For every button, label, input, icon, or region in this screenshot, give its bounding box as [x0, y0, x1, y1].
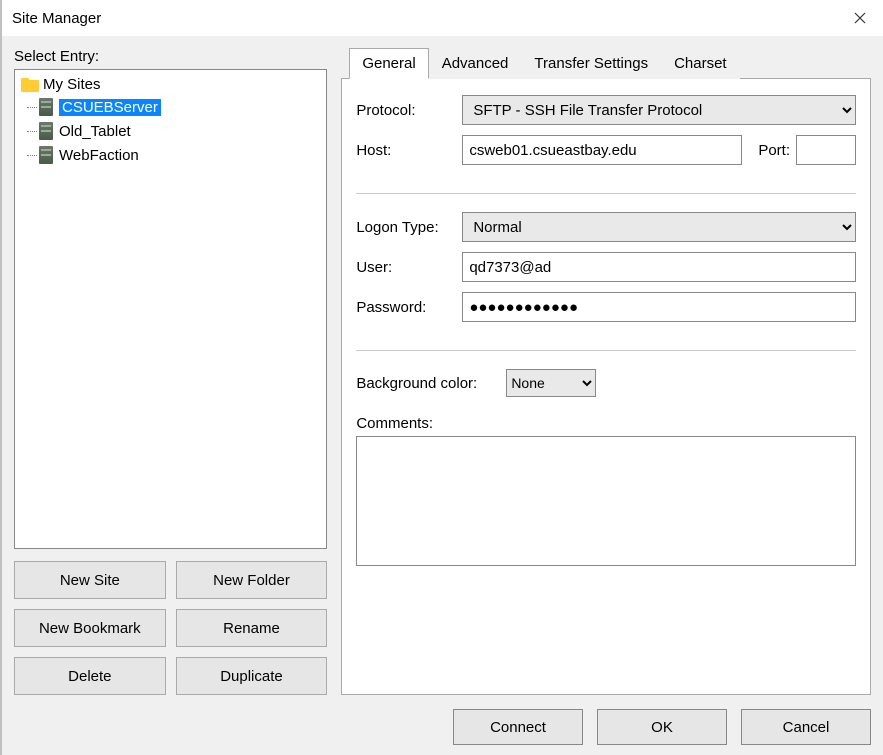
comments-textarea[interactable]	[356, 436, 856, 566]
site-manager-window: Site Manager Select Entry: My Sites	[0, 0, 883, 755]
password-label: Password:	[356, 299, 456, 316]
dialog-content: Select Entry: My Sites CSUEBServer	[2, 36, 883, 755]
server-icon	[39, 122, 53, 140]
port-input[interactable]	[796, 135, 856, 165]
left-column: Select Entry: My Sites CSUEBServer	[14, 48, 327, 695]
dialog-footer: Connect OK Cancel	[14, 695, 871, 745]
duplicate-button[interactable]: Duplicate	[176, 657, 328, 695]
close-icon	[854, 12, 866, 24]
rename-button[interactable]: Rename	[176, 609, 328, 647]
host-input[interactable]	[462, 135, 742, 165]
port-label: Port:	[758, 142, 790, 159]
upper-area: Select Entry: My Sites CSUEBServer	[14, 48, 871, 695]
password-row: Password:	[356, 292, 856, 322]
window-title: Site Manager	[12, 10, 101, 27]
user-row: User:	[356, 252, 856, 282]
separator	[356, 350, 856, 351]
tree-children: CSUEBServer Old_Tablet WebFaction	[15, 95, 326, 167]
left-button-grid: New Site New Folder New Bookmark Rename …	[14, 561, 327, 695]
separator	[356, 193, 856, 194]
tab-general[interactable]: General	[349, 48, 428, 79]
close-button[interactable]	[837, 2, 883, 34]
folder-icon	[21, 78, 39, 92]
user-label: User:	[356, 259, 456, 276]
protocol-row: Protocol: SFTP - SSH File Transfer Proto…	[356, 95, 856, 125]
tree-item-old-tablet[interactable]: Old_Tablet	[33, 119, 326, 143]
user-input[interactable]	[462, 252, 856, 282]
right-column: General Advanced Transfer Settings Chars…	[341, 48, 871, 695]
tree-root-label: My Sites	[43, 76, 101, 93]
host-label: Host:	[356, 142, 456, 159]
tab-transfer-settings[interactable]: Transfer Settings	[521, 48, 661, 79]
protocol-label: Protocol:	[356, 102, 456, 119]
select-entry-label: Select Entry:	[14, 48, 327, 65]
protocol-select[interactable]: SFTP - SSH File Transfer Protocol	[462, 95, 856, 125]
tab-body-general: Protocol: SFTP - SSH File Transfer Proto…	[341, 78, 871, 695]
server-icon	[39, 146, 53, 164]
logon-type-label: Logon Type:	[356, 219, 456, 236]
connect-button[interactable]: Connect	[453, 709, 583, 745]
bgcolor-label: Background color:	[356, 375, 496, 392]
tree-item-label: Old_Tablet	[59, 123, 131, 140]
host-row: Host: Port:	[356, 135, 856, 165]
tree-item-csuebserver[interactable]: CSUEBServer	[33, 95, 326, 119]
tree-item-label: WebFaction	[59, 147, 139, 164]
password-input[interactable]	[462, 292, 856, 322]
tab-charset[interactable]: Charset	[661, 48, 740, 79]
new-bookmark-button[interactable]: New Bookmark	[14, 609, 166, 647]
logon-type-select[interactable]: Normal	[462, 212, 856, 242]
server-icon	[39, 98, 53, 116]
logon-row: Logon Type: Normal	[356, 212, 856, 242]
comments-label: Comments:	[356, 415, 856, 432]
new-folder-button[interactable]: New Folder	[176, 561, 328, 599]
tree-root-my-sites[interactable]: My Sites	[15, 74, 326, 95]
site-tree[interactable]: My Sites CSUEBServer Old_Tablet	[14, 69, 327, 549]
tree-item-webfaction[interactable]: WebFaction	[33, 143, 326, 167]
ok-button[interactable]: OK	[597, 709, 727, 745]
titlebar: Site Manager	[2, 0, 883, 36]
cancel-button[interactable]: Cancel	[741, 709, 871, 745]
tree-item-label: CSUEBServer	[59, 99, 161, 116]
tab-advanced[interactable]: Advanced	[429, 48, 522, 79]
bgcolor-select[interactable]: None	[506, 369, 596, 397]
new-site-button[interactable]: New Site	[14, 561, 166, 599]
delete-button[interactable]: Delete	[14, 657, 166, 695]
bgcolor-row: Background color: None	[356, 369, 856, 397]
tab-strip: General Advanced Transfer Settings Chars…	[341, 48, 871, 79]
